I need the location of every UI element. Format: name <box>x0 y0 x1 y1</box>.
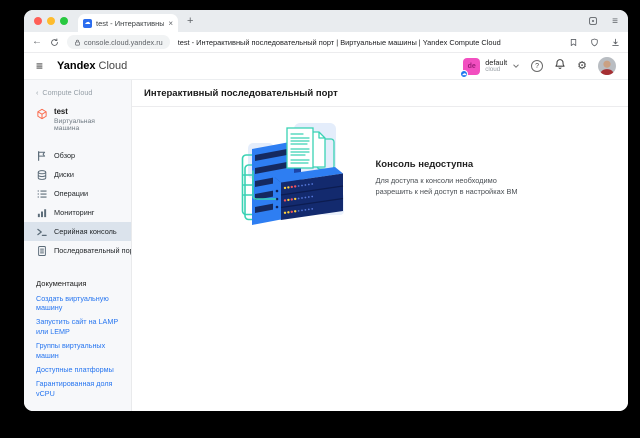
new-tab-button[interactable]: + <box>187 16 193 27</box>
minimize-window-button[interactable] <box>47 17 55 25</box>
sidebar-item-disks[interactable]: Диски <box>24 165 131 184</box>
console-unavailable-state: Консоль недоступна Для доступа к консоли… <box>132 119 628 237</box>
tab-title: test - Интерактивный… <box>96 19 164 28</box>
sidebar-item-label: Операции <box>54 189 88 198</box>
download-icon[interactable] <box>611 38 620 47</box>
empty-state-heading: Консоль недоступна <box>376 159 531 170</box>
sidebar-item-label: Серийная консоль <box>54 227 117 236</box>
lock-icon <box>74 39 81 46</box>
monitoring-icon <box>36 207 48 219</box>
sidebar-menu: Обзор Диски Операции Мониторинг Серийная кон… <box>24 146 131 260</box>
breadcrumb-label: Compute Cloud <box>42 88 92 97</box>
doc-link[interactable]: Создать виртуальную машину <box>36 294 121 313</box>
help-icon[interactable]: ? <box>531 60 543 72</box>
hamburger-icon[interactable]: ≡ <box>36 59 43 73</box>
cloud-badge-icon: ☁ <box>460 70 468 78</box>
server-illustration <box>230 119 350 237</box>
tab-favicon-icon: ☁ <box>83 19 92 28</box>
account-switcher[interactable]: de☁ default cloud <box>463 57 520 75</box>
console-header: ≡ YandexCloud de☁ default cloud ? ⚙ <box>24 53 628 80</box>
vm-entry[interactable]: test Виртуальная машина <box>24 97 131 140</box>
reload-icon[interactable] <box>50 38 59 47</box>
chevron-down-icon <box>512 57 520 75</box>
documentation-section: Документация Создать виртуальную машину З… <box>24 279 131 411</box>
extensions-icon[interactable] <box>588 16 598 26</box>
sidebar-item-overview[interactable]: Обзор <box>24 146 131 165</box>
gear-icon[interactable]: ⚙ <box>577 61 587 72</box>
bell-icon[interactable] <box>554 57 566 75</box>
address-bar: ← console.cloud.yandex.ru test - Интерак… <box>24 32 628 53</box>
sidebar-item-label: Обзор <box>54 151 75 160</box>
documentation-links: Создать виртуальную машину Запустить сайт… <box>36 294 121 398</box>
sidebar-item-label: Мониторинг <box>54 208 94 217</box>
chevron-left-icon: ‹ <box>36 88 38 97</box>
back-icon[interactable]: ← <box>32 37 42 47</box>
documentation-title: Документация <box>36 279 121 288</box>
operations-icon <box>36 188 48 200</box>
sidebar-item-label: Последовательный порт <box>54 246 132 255</box>
sidebar-item-operations[interactable]: Операции <box>24 184 131 203</box>
sidebar-item-label: Диски <box>54 170 74 179</box>
terminal-icon <box>36 226 48 238</box>
sidebar: ‹ Compute Cloud test Виртуальная машина … <box>24 80 132 411</box>
shield-icon[interactable] <box>590 38 599 47</box>
main-content: Интерактивный последовательный порт <box>132 80 628 411</box>
browser-menu-icon[interactable]: ≡ <box>612 16 618 27</box>
disks-icon <box>36 169 48 181</box>
folder-scope: cloud <box>485 67 507 74</box>
sidebar-item-serial-console[interactable]: Серийная консоль <box>24 222 131 241</box>
doc-link[interactable]: Доступные платформы <box>36 365 121 374</box>
vm-icon <box>36 108 48 120</box>
user-avatar[interactable] <box>598 57 616 75</box>
sidebar-item-serial-port[interactable]: Последовательный порт <box>24 241 131 260</box>
zoom-window-button[interactable] <box>60 17 68 25</box>
doc-link[interactable]: Гарантированная доля vCPU <box>36 379 121 398</box>
vm-type: Виртуальная машина <box>54 118 121 132</box>
page-title-text: test - Интерактивный последовательный по… <box>178 38 561 47</box>
traffic-lights <box>34 17 68 25</box>
doc-link[interactable]: Группы виртуальных машин <box>36 341 121 360</box>
flag-icon <box>36 150 48 162</box>
browser-window: ☁ test - Интерактивный… × + ≡ ← console.… <box>24 10 628 411</box>
page-heading: Интерактивный последовательный порт <box>132 80 628 107</box>
browser-tab[interactable]: ☁ test - Интерактивный… × <box>78 14 178 32</box>
empty-state-description: Для доступа к консоли необходимо разреши… <box>376 175 531 197</box>
tab-close-icon[interactable]: × <box>168 19 173 28</box>
url-text: console.cloud.yandex.ru <box>84 38 163 47</box>
document-icon <box>36 245 48 257</box>
yandex-cloud-logo: YandexCloud <box>57 60 127 72</box>
sidebar-item-monitoring[interactable]: Мониторинг <box>24 203 131 222</box>
vm-name: test <box>54 107 121 116</box>
url-field[interactable]: console.cloud.yandex.ru <box>67 35 170 49</box>
tab-strip: ☁ test - Интерактивный… × + ≡ <box>24 10 628 32</box>
doc-link[interactable]: Запустить сайт на LAMP или LEMP <box>36 317 121 336</box>
breadcrumb[interactable]: ‹ Compute Cloud <box>24 88 131 97</box>
bookmark-icon[interactable] <box>569 38 578 47</box>
folder-avatar: de☁ <box>463 58 480 75</box>
close-window-button[interactable] <box>34 17 42 25</box>
